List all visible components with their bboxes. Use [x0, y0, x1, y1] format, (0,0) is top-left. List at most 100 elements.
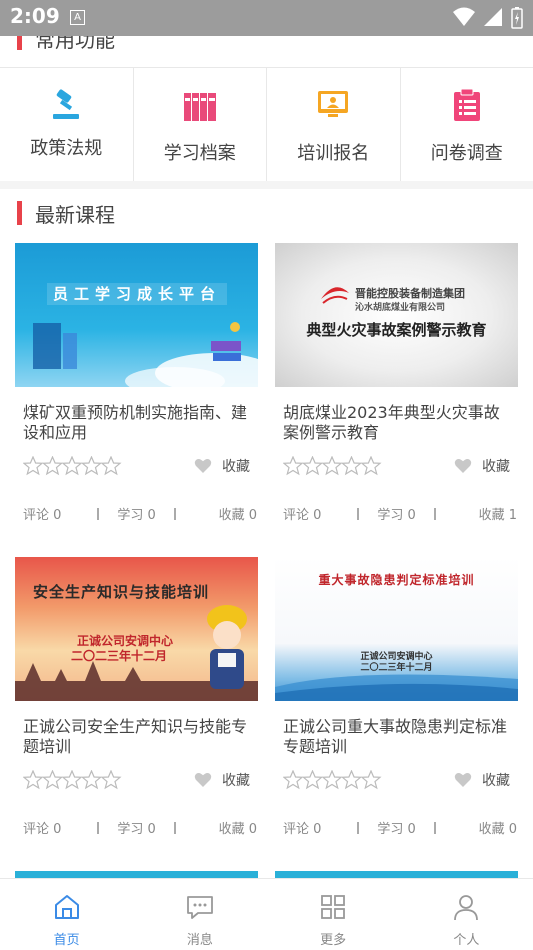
- course-title: 胡底煤业2023年典型火灾事故案例警示教育: [283, 403, 515, 443]
- thumbnail-sub: 沁水胡底煤业有限公司: [355, 300, 445, 313]
- nav-label: 更多: [267, 929, 400, 948]
- gavel-icon: [49, 88, 83, 122]
- grid-icon: [319, 893, 347, 921]
- stat-separator: [434, 822, 436, 834]
- favorite-button[interactable]: 收藏: [454, 456, 510, 476]
- stat-separator: [174, 822, 176, 834]
- rating-stars: [23, 770, 123, 790]
- thumbnail-text: 安全生产知识与技能培训: [33, 581, 209, 602]
- rating-stars: [283, 770, 383, 790]
- course-card[interactable]: 晋能控股装备制造集团 沁水胡底煤业有限公司 典型火灾事故案例警示教育 胡底煤业2…: [275, 243, 518, 533]
- nav-home[interactable]: 首页: [0, 879, 133, 950]
- function-label: 问卷调查: [401, 139, 533, 165]
- course-title: 煤矿双重预防机制实施指南、建设和应用: [23, 403, 255, 443]
- stat-separator: [174, 508, 176, 520]
- study-count: 学习 0: [117, 818, 155, 837]
- star-icon: [23, 770, 123, 790]
- battery-icon: [511, 7, 523, 29]
- course-card[interactable]: 安全生产知识与技能培训 正诚公司安调中心 二〇二三年十二月 正诚公司安全生产知识…: [15, 557, 258, 847]
- nav-messages[interactable]: 消息: [133, 879, 266, 950]
- notification-badge: A: [70, 10, 85, 25]
- stat-separator: [357, 508, 359, 520]
- wave-decoration: [275, 667, 518, 701]
- course-stats: 评论 0 学习 0 收藏 1: [283, 504, 511, 523]
- function-label: 培训报名: [267, 139, 400, 165]
- heart-icon: [194, 458, 212, 474]
- course-thumbnail[interactable]: 安全生产知识与技能培训 正诚公司安调中心 二〇二三年十二月: [15, 557, 258, 701]
- section-divider: [0, 181, 533, 189]
- thumbnail-org: 晋能控股装备制造集团: [355, 285, 465, 301]
- star-icon: [23, 456, 123, 476]
- stat-separator: [357, 822, 359, 834]
- favorite-count: 收藏 1: [479, 504, 517, 523]
- stat-separator: [434, 508, 436, 520]
- function-label: 政策法规: [0, 134, 133, 160]
- function-archive[interactable]: 学习档案: [134, 68, 268, 181]
- signal-icon: [483, 7, 503, 27]
- star-icon: [283, 770, 383, 790]
- wifi-icon: [453, 7, 475, 27]
- favorite-count: 收藏 0: [219, 818, 257, 837]
- course-stats: 评论 0 学习 0 收藏 0: [283, 818, 511, 837]
- comment-count: 评论 0: [23, 504, 61, 523]
- section-title: 最新课程: [35, 199, 115, 228]
- user-icon: [452, 893, 480, 921]
- function-label: 学习档案: [134, 139, 267, 165]
- course-stats: 评论 0 学习 0 收藏 0: [23, 504, 251, 523]
- star-icon: [283, 456, 383, 476]
- stat-separator: [97, 508, 99, 520]
- section-accent-bar: [17, 201, 22, 225]
- worker-illustration: [200, 601, 254, 701]
- course-stats: 评论 0 学习 0 收藏 0: [23, 818, 251, 837]
- heart-icon: [454, 772, 472, 788]
- home-icon: [53, 893, 81, 921]
- course-thumbnail[interactable]: 员工学习成长平台: [15, 243, 258, 387]
- status-time: 2:09: [10, 4, 60, 28]
- function-policy[interactable]: 政策法规: [0, 68, 134, 181]
- nav-more[interactable]: 更多: [267, 879, 400, 950]
- status-icons: [453, 7, 523, 29]
- clipboard-icon: [450, 88, 484, 122]
- rating-stars: [23, 456, 123, 476]
- thumbnail-illustration: [15, 313, 258, 387]
- comment-count: 评论 0: [283, 504, 321, 523]
- archive-icon: [183, 90, 217, 124]
- favorite-count: 收藏 0: [479, 818, 517, 837]
- nav-label: 首页: [0, 929, 133, 948]
- favorite-button[interactable]: 收藏: [194, 770, 250, 790]
- favorite-button[interactable]: 收藏: [454, 770, 510, 790]
- nav-label: 消息: [133, 929, 266, 948]
- favorite-count: 收藏 0: [219, 504, 257, 523]
- nav-profile[interactable]: 个人: [400, 879, 533, 950]
- favorite-label: 收藏: [482, 770, 510, 790]
- message-icon: [186, 893, 214, 921]
- thumbnail-text: 典型火灾事故案例警示教育: [275, 319, 518, 340]
- company-logo-icon: [319, 285, 351, 305]
- course-thumbnail[interactable]: 重大事故隐患判定标准培训 正诚公司安调中心 二〇二三年十二月: [275, 557, 518, 701]
- presentation-icon: [316, 88, 350, 122]
- nav-label: 个人: [400, 929, 533, 948]
- course-card[interactable]: 重大事故隐患判定标准培训 正诚公司安调中心 二〇二三年十二月 正诚公司重大事故隐…: [275, 557, 518, 847]
- function-survey[interactable]: 问卷调查: [401, 68, 533, 181]
- function-grid: 政策法规 学习档案 培训报名: [0, 67, 533, 182]
- stat-separator: [97, 822, 99, 834]
- latest-courses-header: 最新课程: [0, 193, 533, 233]
- study-count: 学习 0: [377, 818, 415, 837]
- thumbnail-text: 员工学习成长平台: [47, 283, 227, 305]
- heart-icon: [454, 458, 472, 474]
- course-thumbnail[interactable]: 晋能控股装备制造集团 沁水胡底煤业有限公司 典型火灾事故案例警示教育: [275, 243, 518, 387]
- comment-count: 评论 0: [283, 818, 321, 837]
- status-bar: 2:09 A: [0, 0, 533, 36]
- favorite-label: 收藏: [482, 456, 510, 476]
- favorite-button[interactable]: 收藏: [194, 456, 250, 476]
- function-training-signup[interactable]: 培训报名: [267, 68, 401, 181]
- study-count: 学习 0: [377, 504, 415, 523]
- favorite-label: 收藏: [222, 456, 250, 476]
- thumbnail-text: 重大事故隐患判定标准培训: [275, 571, 518, 588]
- heart-icon: [194, 772, 212, 788]
- course-card[interactable]: 员工学习成长平台 煤矿双重预防机制实施指南、建设和应用 收藏 评论 0 学习 0…: [15, 243, 258, 533]
- rating-stars: [283, 456, 383, 476]
- favorite-label: 收藏: [222, 770, 250, 790]
- study-count: 学习 0: [117, 504, 155, 523]
- bottom-navigation: 首页 消息 更多 个人: [0, 878, 533, 950]
